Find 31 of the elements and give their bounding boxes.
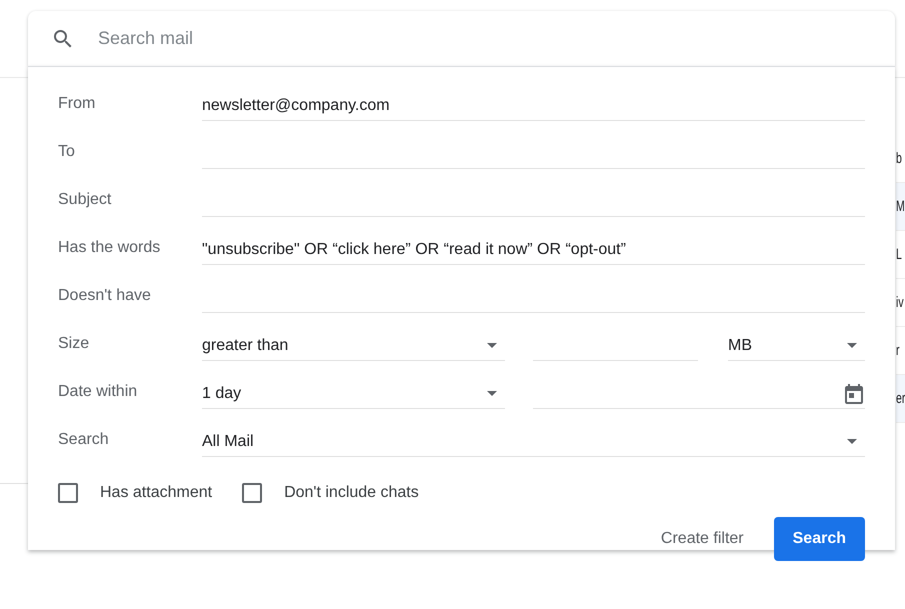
caret-icon xyxy=(847,343,857,348)
field-label: From xyxy=(58,95,96,114)
search-button[interactable]: Search xyxy=(774,517,865,561)
date-dropdown[interactable]: 1 day xyxy=(202,379,505,409)
create-filter-button[interactable]: Create filter xyxy=(644,520,760,558)
field-label: Date within xyxy=(58,383,138,402)
field-label: Has the words xyxy=(58,239,162,258)
checkbox[interactable] xyxy=(58,483,78,503)
checkbox-label[interactable]: Has attachment xyxy=(100,484,212,502)
field-label: Search xyxy=(58,431,110,450)
field-label: Doesn't have xyxy=(58,287,152,306)
size-dropdown[interactable]: greater than xyxy=(202,331,505,361)
unit-dropdown[interactable]: MB xyxy=(728,331,865,361)
text-field[interactable]: newsletter@company.com xyxy=(202,91,865,121)
caret-icon xyxy=(847,439,857,444)
checkbox-label[interactable]: Don't include chats xyxy=(284,484,419,502)
search-input[interactable]: Search mail xyxy=(96,27,895,50)
email-row[interactable]: L xyxy=(896,231,905,279)
field-label: To xyxy=(58,143,76,162)
caret-icon xyxy=(487,391,497,396)
email-row[interactable]: M xyxy=(896,183,905,231)
field-label: Subject xyxy=(58,191,112,210)
search-bar[interactable]: Search mail xyxy=(28,11,895,66)
text-field[interactable]: "unsubscribe" OR “click here” OR “read it now” OR “opt-out” xyxy=(202,235,865,265)
mailbox-dropdown[interactable]: All Mail xyxy=(202,427,865,457)
caret-icon xyxy=(487,343,497,348)
checkbox[interactable] xyxy=(242,483,262,503)
email-row[interactable]: iv xyxy=(896,279,905,327)
email-row[interactable]: er xyxy=(896,375,905,423)
calendar-icon[interactable] xyxy=(845,384,863,404)
field-label: Size xyxy=(58,335,90,354)
